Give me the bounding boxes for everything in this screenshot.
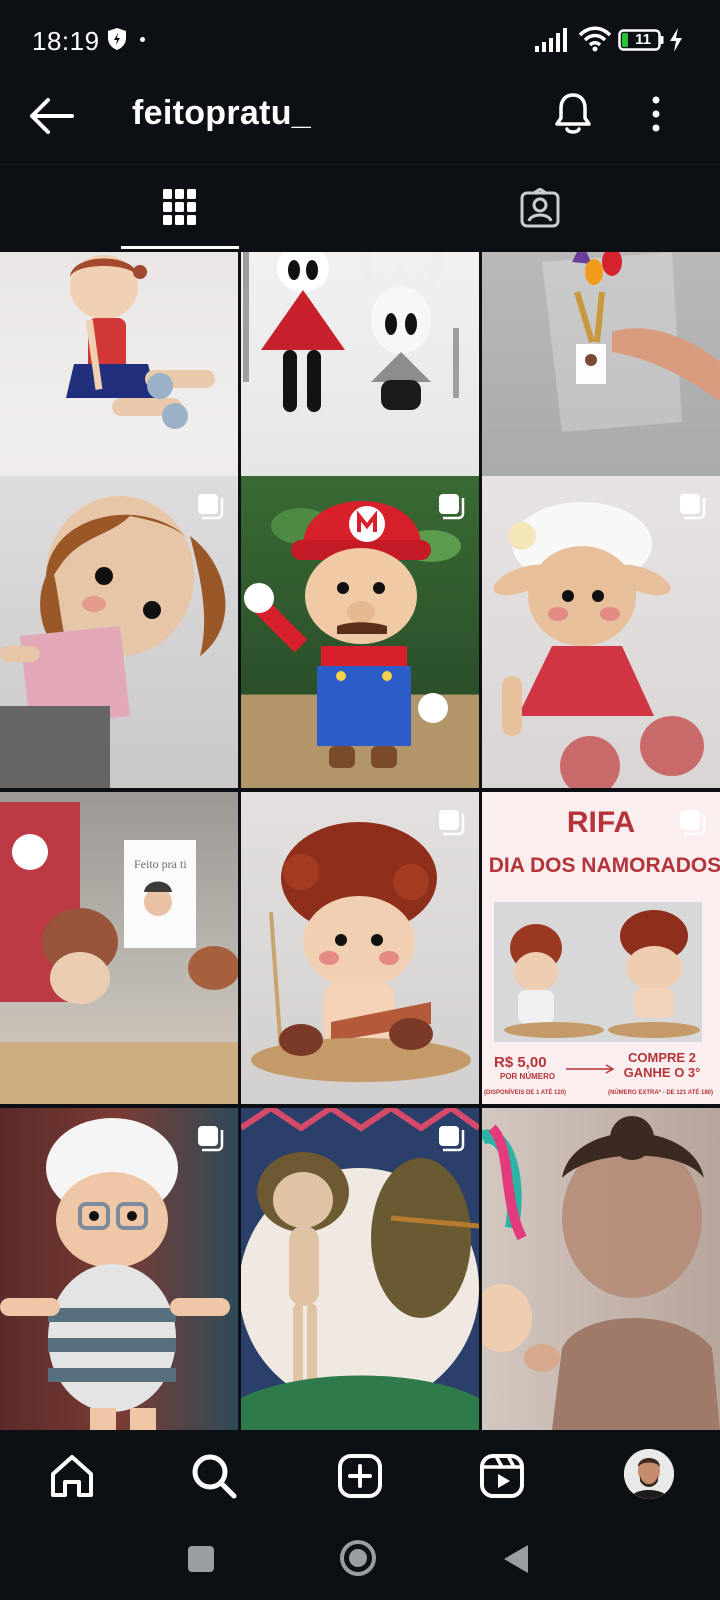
multiple-photos-icon [198, 1126, 224, 1152]
post-image: Feito pra ti [0, 792, 238, 1104]
post-image [251, 822, 471, 1082]
back-button-icon[interactable] [502, 1543, 530, 1575]
post-image [482, 1116, 720, 1430]
tab-tagged-icon[interactable] [520, 188, 560, 228]
post-tile[interactable]: RIFA DIA DOS NAMORADOS R$ 5,00 POR NÚMER… [482, 792, 720, 1104]
more-options-icon[interactable] [650, 96, 662, 132]
post-image [542, 252, 720, 432]
post-tile[interactable] [0, 1108, 238, 1430]
profile-tabs [0, 164, 720, 253]
post-image [66, 255, 215, 429]
multiple-photos-icon [439, 1126, 465, 1152]
recent-apps-button[interactable] [188, 1546, 214, 1572]
profile-username: feitopratu_ [132, 94, 311, 132]
status-time: 18:19 [32, 26, 100, 56]
avatar-image [624, 1449, 674, 1499]
post-tile[interactable] [241, 792, 479, 1104]
raffle-offer: COMPRE 2 GANHE O 3° [623, 1050, 701, 1080]
wifi-icon [578, 26, 612, 52]
bell-icon[interactable] [553, 92, 593, 136]
multiple-photos-icon [680, 494, 706, 520]
notification-dot-icon [140, 37, 145, 42]
home-icon[interactable] [48, 1452, 96, 1500]
reels-icon[interactable] [478, 1452, 526, 1500]
arrow-icon [566, 1064, 615, 1074]
search-icon[interactable] [190, 1452, 238, 1500]
signal-icon [535, 28, 567, 52]
tab-posts-grid-icon[interactable] [162, 187, 198, 227]
post-image [0, 1118, 230, 1430]
back-arrow-icon[interactable] [28, 96, 74, 136]
home-button-icon[interactable] [338, 1538, 378, 1578]
raffle-left-note: (DISPONÍVEIS DE 1 ATÉ 120) [484, 1090, 567, 1096]
profile-header [0, 80, 720, 164]
raffle-per-number: POR NÚMERO [500, 1072, 556, 1081]
active-tab-indicator [121, 246, 239, 249]
shield-icon [108, 28, 126, 50]
multiple-photos-icon [439, 494, 465, 520]
post-tile[interactable] [482, 1108, 720, 1430]
battery-level: 11 [635, 31, 651, 48]
post-tile[interactable]: Feito pra ti [0, 792, 238, 1104]
status-bar: 18:19 11 [0, 0, 720, 80]
raffle-price: R$ 5,00 [494, 1054, 547, 1071]
multiple-photos-icon [198, 494, 224, 520]
post-tile[interactable] [241, 476, 479, 788]
multiple-photos-icon [439, 810, 465, 836]
post-tile[interactable] [241, 1108, 479, 1430]
multiple-photos-icon [680, 810, 706, 836]
create-post-icon[interactable] [336, 1452, 384, 1500]
profile-avatar[interactable] [624, 1449, 674, 1499]
posts-grid: Feito pra ti [0, 252, 720, 1430]
post-image [244, 501, 461, 768]
charging-icon [670, 28, 682, 52]
raffle-photo [494, 902, 702, 1042]
post-tile[interactable] [482, 476, 720, 788]
post-tile[interactable] [0, 476, 238, 788]
post-image [493, 502, 704, 788]
raffle-right-note: (NÚMERO EXTRA* - DE 121 ATÉ 180) [608, 1090, 714, 1096]
post-image [241, 1108, 479, 1430]
post-image [0, 496, 226, 788]
post-image [243, 252, 459, 412]
raffle-subtitle: DIA DOS NAMORADOS [488, 854, 720, 877]
